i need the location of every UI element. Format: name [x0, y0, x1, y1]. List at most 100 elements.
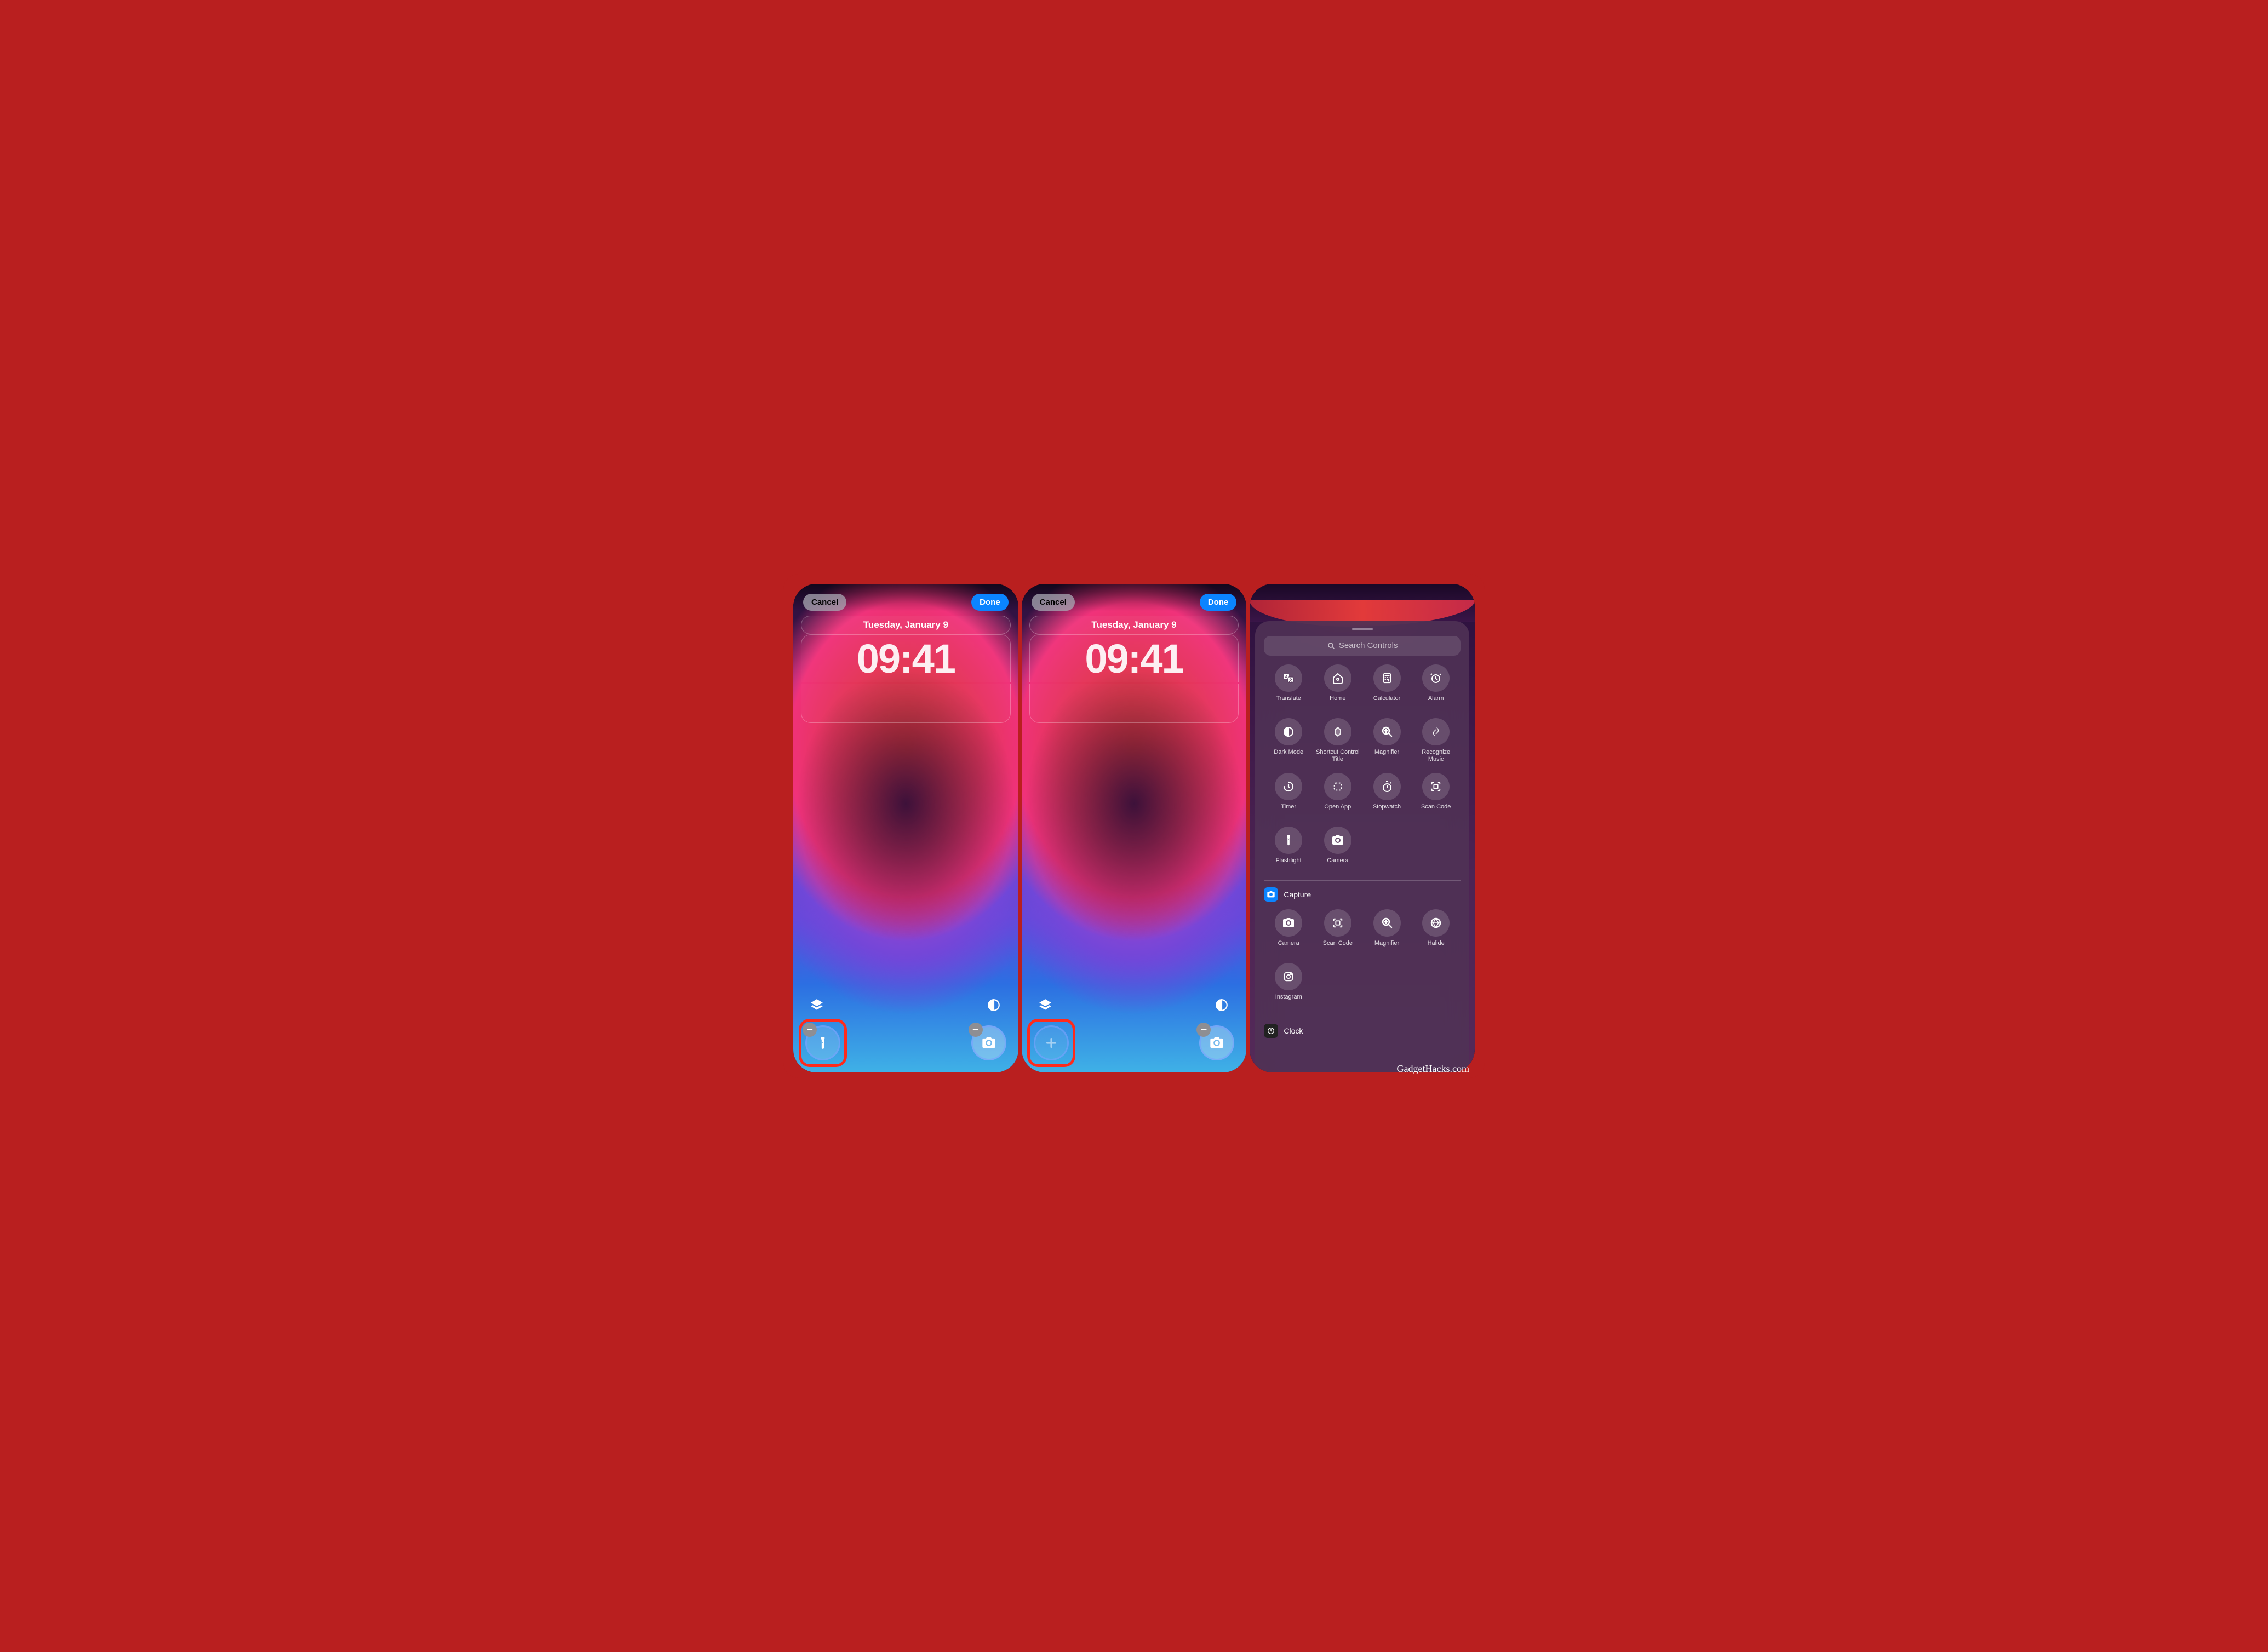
control-calculator[interactable]: Calculator — [1365, 664, 1410, 708]
control-camera[interactable]: Camera — [1266, 909, 1311, 953]
search-placeholder: Search Controls — [1339, 641, 1398, 650]
search-icon — [1327, 641, 1336, 650]
tutorial-frame: Cancel Done Tuesday, January 9 09:41 − − — [783, 574, 1485, 1079]
control-label: Stopwatch — [1373, 804, 1401, 817]
control-shazam[interactable]: Recognize Music — [1413, 718, 1458, 763]
section-header-clock: Clock — [1264, 1024, 1461, 1038]
section-divider — [1264, 880, 1461, 881]
timer-icon — [1275, 773, 1302, 800]
control-home[interactable]: Home — [1315, 664, 1360, 708]
widgets-slot[interactable] — [1029, 684, 1239, 723]
control-magnifier[interactable]: Magnifier — [1365, 718, 1410, 763]
camera-control[interactable]: − — [971, 1025, 1006, 1060]
home-icon — [1324, 664, 1351, 692]
control-alarm[interactable]: Alarm — [1413, 664, 1458, 708]
translate-icon: A文 — [1275, 664, 1302, 692]
control-label: Magnifier — [1374, 940, 1399, 953]
scancode-icon — [1422, 773, 1450, 800]
control-label: Halide — [1428, 940, 1445, 953]
camera-icon — [981, 1035, 996, 1051]
control-label: Alarm — [1428, 695, 1444, 708]
openapp-icon — [1324, 773, 1351, 800]
widgets-slot[interactable] — [801, 684, 1011, 723]
capture-grid: Camera Scan Code Magnifier Halide Instagram — [1264, 909, 1461, 1007]
control-label: Timer — [1281, 804, 1296, 817]
time-widget[interactable]: 09:41 — [801, 634, 1011, 682]
section-title: Capture — [1284, 890, 1311, 899]
layers-icon[interactable] — [810, 998, 825, 1013]
camera-icon — [1209, 1035, 1224, 1051]
search-controls-input[interactable]: Search Controls — [1264, 636, 1461, 656]
flashlight-icon — [1275, 827, 1302, 854]
shortcut-icon — [1324, 718, 1351, 745]
phone-screenshot-1: Cancel Done Tuesday, January 9 09:41 − − — [793, 584, 1018, 1073]
edit-toolbar — [810, 998, 1002, 1013]
control-instagram[interactable]: Instagram — [1266, 963, 1311, 1007]
stopwatch-icon — [1373, 773, 1401, 800]
shazam-icon — [1422, 718, 1450, 745]
done-button[interactable]: Done — [1200, 594, 1237, 611]
control-label: Camera — [1327, 857, 1348, 870]
magnifier-icon — [1373, 909, 1401, 937]
camera-icon — [1324, 827, 1351, 854]
sheet-grabber[interactable] — [1352, 628, 1373, 630]
control-magnifier[interactable]: Magnifier — [1365, 909, 1410, 953]
layers-icon[interactable] — [1038, 998, 1053, 1013]
control-translate[interactable]: A文 Translate — [1266, 664, 1311, 708]
control-camera[interactable]: Camera — [1315, 827, 1360, 870]
done-button[interactable]: Done — [971, 594, 1009, 611]
edit-toolbar — [1038, 998, 1230, 1013]
clock-section-icon — [1264, 1024, 1278, 1038]
phone-screenshot-3: Search Controls A文 Translate Home Calculato… — [1250, 584, 1475, 1073]
control-flashlight[interactable]: Flashlight — [1266, 827, 1311, 870]
section-header-capture: Capture — [1264, 887, 1461, 902]
control-label: Instagram — [1275, 994, 1302, 1007]
section-title: Clock — [1284, 1026, 1303, 1035]
control-label: Camera — [1278, 940, 1299, 953]
instagram-icon — [1275, 963, 1302, 990]
svg-text:文: 文 — [1289, 678, 1293, 682]
edit-topbar: Cancel Done — [803, 594, 1009, 611]
control-label: Open App — [1324, 804, 1351, 817]
annotation-highlight — [1027, 1019, 1075, 1067]
control-label: Scan Code — [1421, 804, 1451, 817]
appearance-icon[interactable] — [1215, 998, 1230, 1013]
control-darkmode[interactable]: Dark Mode — [1266, 718, 1311, 763]
control-label: Scan Code — [1323, 940, 1353, 953]
date-widget[interactable]: Tuesday, January 9 — [1029, 616, 1239, 634]
control-openapp[interactable]: Open App — [1315, 773, 1360, 817]
control-timer[interactable]: Timer — [1266, 773, 1311, 817]
remove-badge[interactable]: − — [969, 1023, 983, 1037]
control-label: Magnifier — [1374, 749, 1399, 762]
time-widget[interactable]: 09:41 — [1029, 634, 1239, 682]
scancode-icon — [1324, 909, 1351, 937]
control-stopwatch[interactable]: Stopwatch — [1365, 773, 1410, 817]
control-shortcut[interactable]: Shortcut Control Title — [1315, 718, 1360, 763]
cancel-button[interactable]: Cancel — [803, 594, 846, 611]
controls-picker-sheet: Search Controls A文 Translate Home Calculato… — [1255, 621, 1469, 1073]
appearance-icon[interactable] — [987, 998, 1002, 1013]
darkmode-icon — [1275, 718, 1302, 745]
control-label: Recognize Music — [1413, 749, 1458, 763]
phone-screenshot-2: Cancel Done Tuesday, January 9 09:41 − — [1022, 584, 1247, 1073]
capture-section-icon — [1264, 887, 1278, 902]
control-label: Dark Mode — [1274, 749, 1303, 762]
watermark: GadgetHacks.com — [1397, 1063, 1469, 1075]
control-scancode[interactable]: Scan Code — [1413, 773, 1458, 817]
control-label: Calculator — [1373, 695, 1401, 708]
controls-grid: A文 Translate Home Calculator Alarm Dark Mode S… — [1264, 664, 1461, 870]
magnifier-icon — [1373, 718, 1401, 745]
control-halide[interactable]: Halide — [1413, 909, 1458, 953]
calculator-icon — [1373, 664, 1401, 692]
halide-icon — [1422, 909, 1450, 937]
camera-control[interactable]: − — [1199, 1025, 1234, 1060]
edit-topbar: Cancel Done — [1032, 594, 1237, 611]
cancel-button[interactable]: Cancel — [1032, 594, 1075, 611]
date-widget[interactable]: Tuesday, January 9 — [801, 616, 1011, 634]
svg-text:A: A — [1285, 675, 1288, 679]
camera-icon — [1275, 909, 1302, 937]
control-label: Home — [1330, 695, 1345, 708]
control-scancode[interactable]: Scan Code — [1315, 909, 1360, 953]
control-label: Translate — [1276, 695, 1301, 708]
control-label: Flashlight — [1276, 857, 1302, 870]
